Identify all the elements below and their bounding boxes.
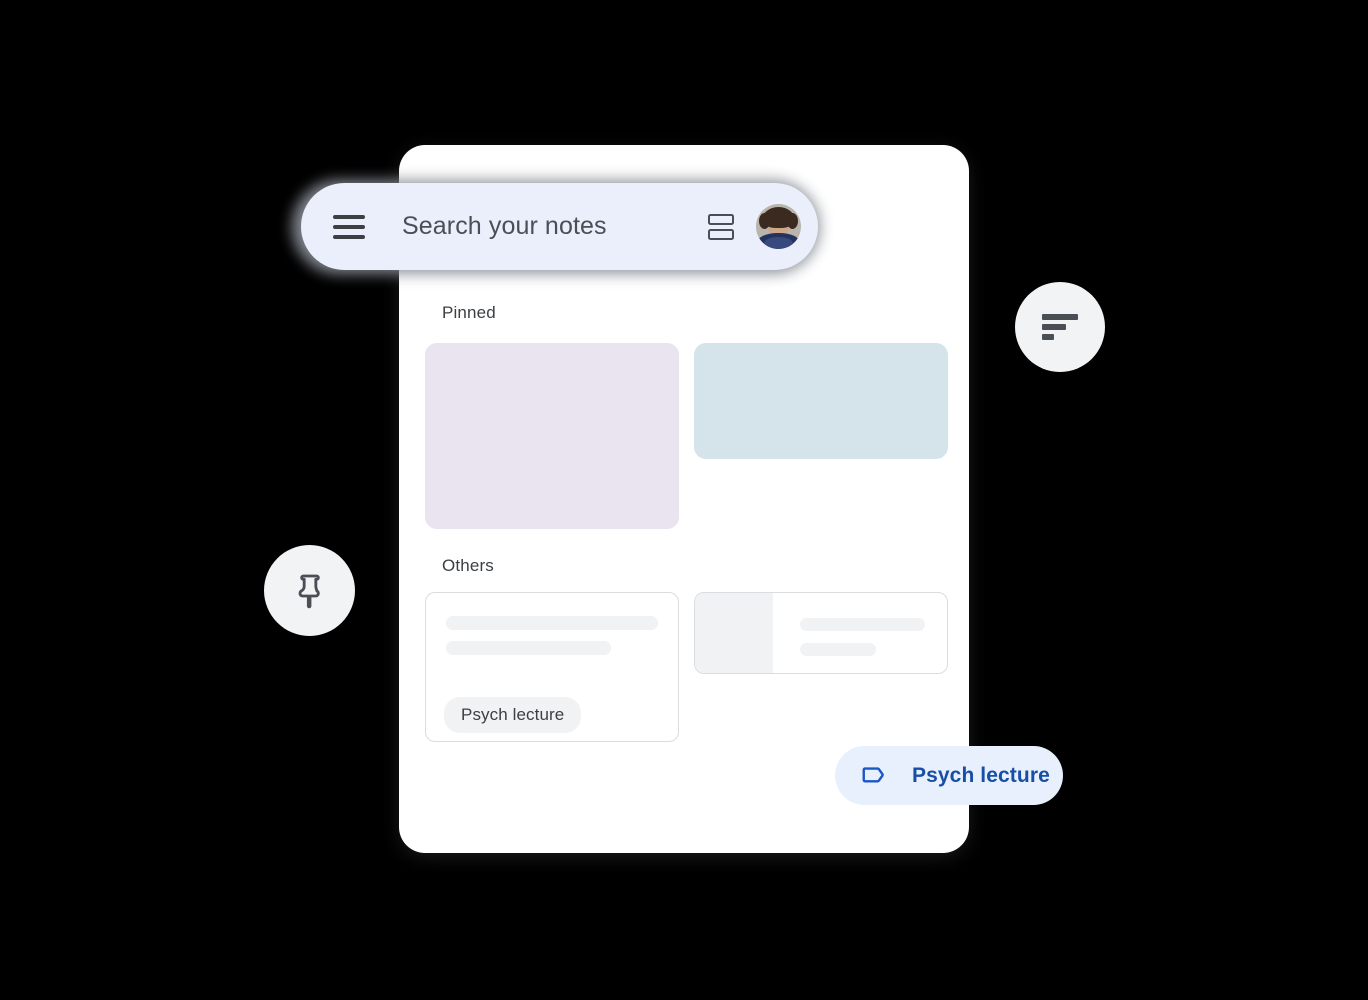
note-text-placeholder: [800, 643, 877, 656]
label-pill-text: Psych lecture: [912, 763, 1050, 787]
section-label-others: Others: [442, 556, 494, 575]
illustration-stage: Pinned Others Psych lecture Psych lectur…: [0, 0, 1368, 1000]
note-text-placeholder: [446, 616, 658, 630]
section-label-pinned: Pinned: [442, 303, 496, 322]
pushpin-icon: [298, 574, 320, 608]
pinned-note-card[interactable]: [694, 343, 948, 459]
sort-list-button[interactable]: [1015, 282, 1105, 372]
psych-lecture-label-pill[interactable]: Psych lecture: [835, 746, 1063, 805]
note-text-placeholder: [800, 618, 925, 631]
hamburger-menu-icon[interactable]: [333, 214, 365, 239]
list-view-icon[interactable]: [708, 213, 734, 240]
note-body: [773, 593, 947, 673]
pinned-note-card[interactable]: [425, 343, 679, 529]
search-bar[interactable]: Search your notes: [301, 183, 818, 270]
other-note-card[interactable]: [694, 592, 948, 674]
note-label-chip[interactable]: Psych lecture: [444, 697, 582, 733]
sort-list-icon: [1042, 314, 1078, 340]
pin-note-button[interactable]: [264, 545, 355, 636]
search-input[interactable]: Search your notes: [402, 212, 708, 241]
note-thumbnail-placeholder: [695, 593, 773, 673]
note-text-placeholder: [446, 641, 612, 655]
label-tag-icon: [862, 766, 884, 782]
user-avatar[interactable]: [756, 204, 801, 249]
